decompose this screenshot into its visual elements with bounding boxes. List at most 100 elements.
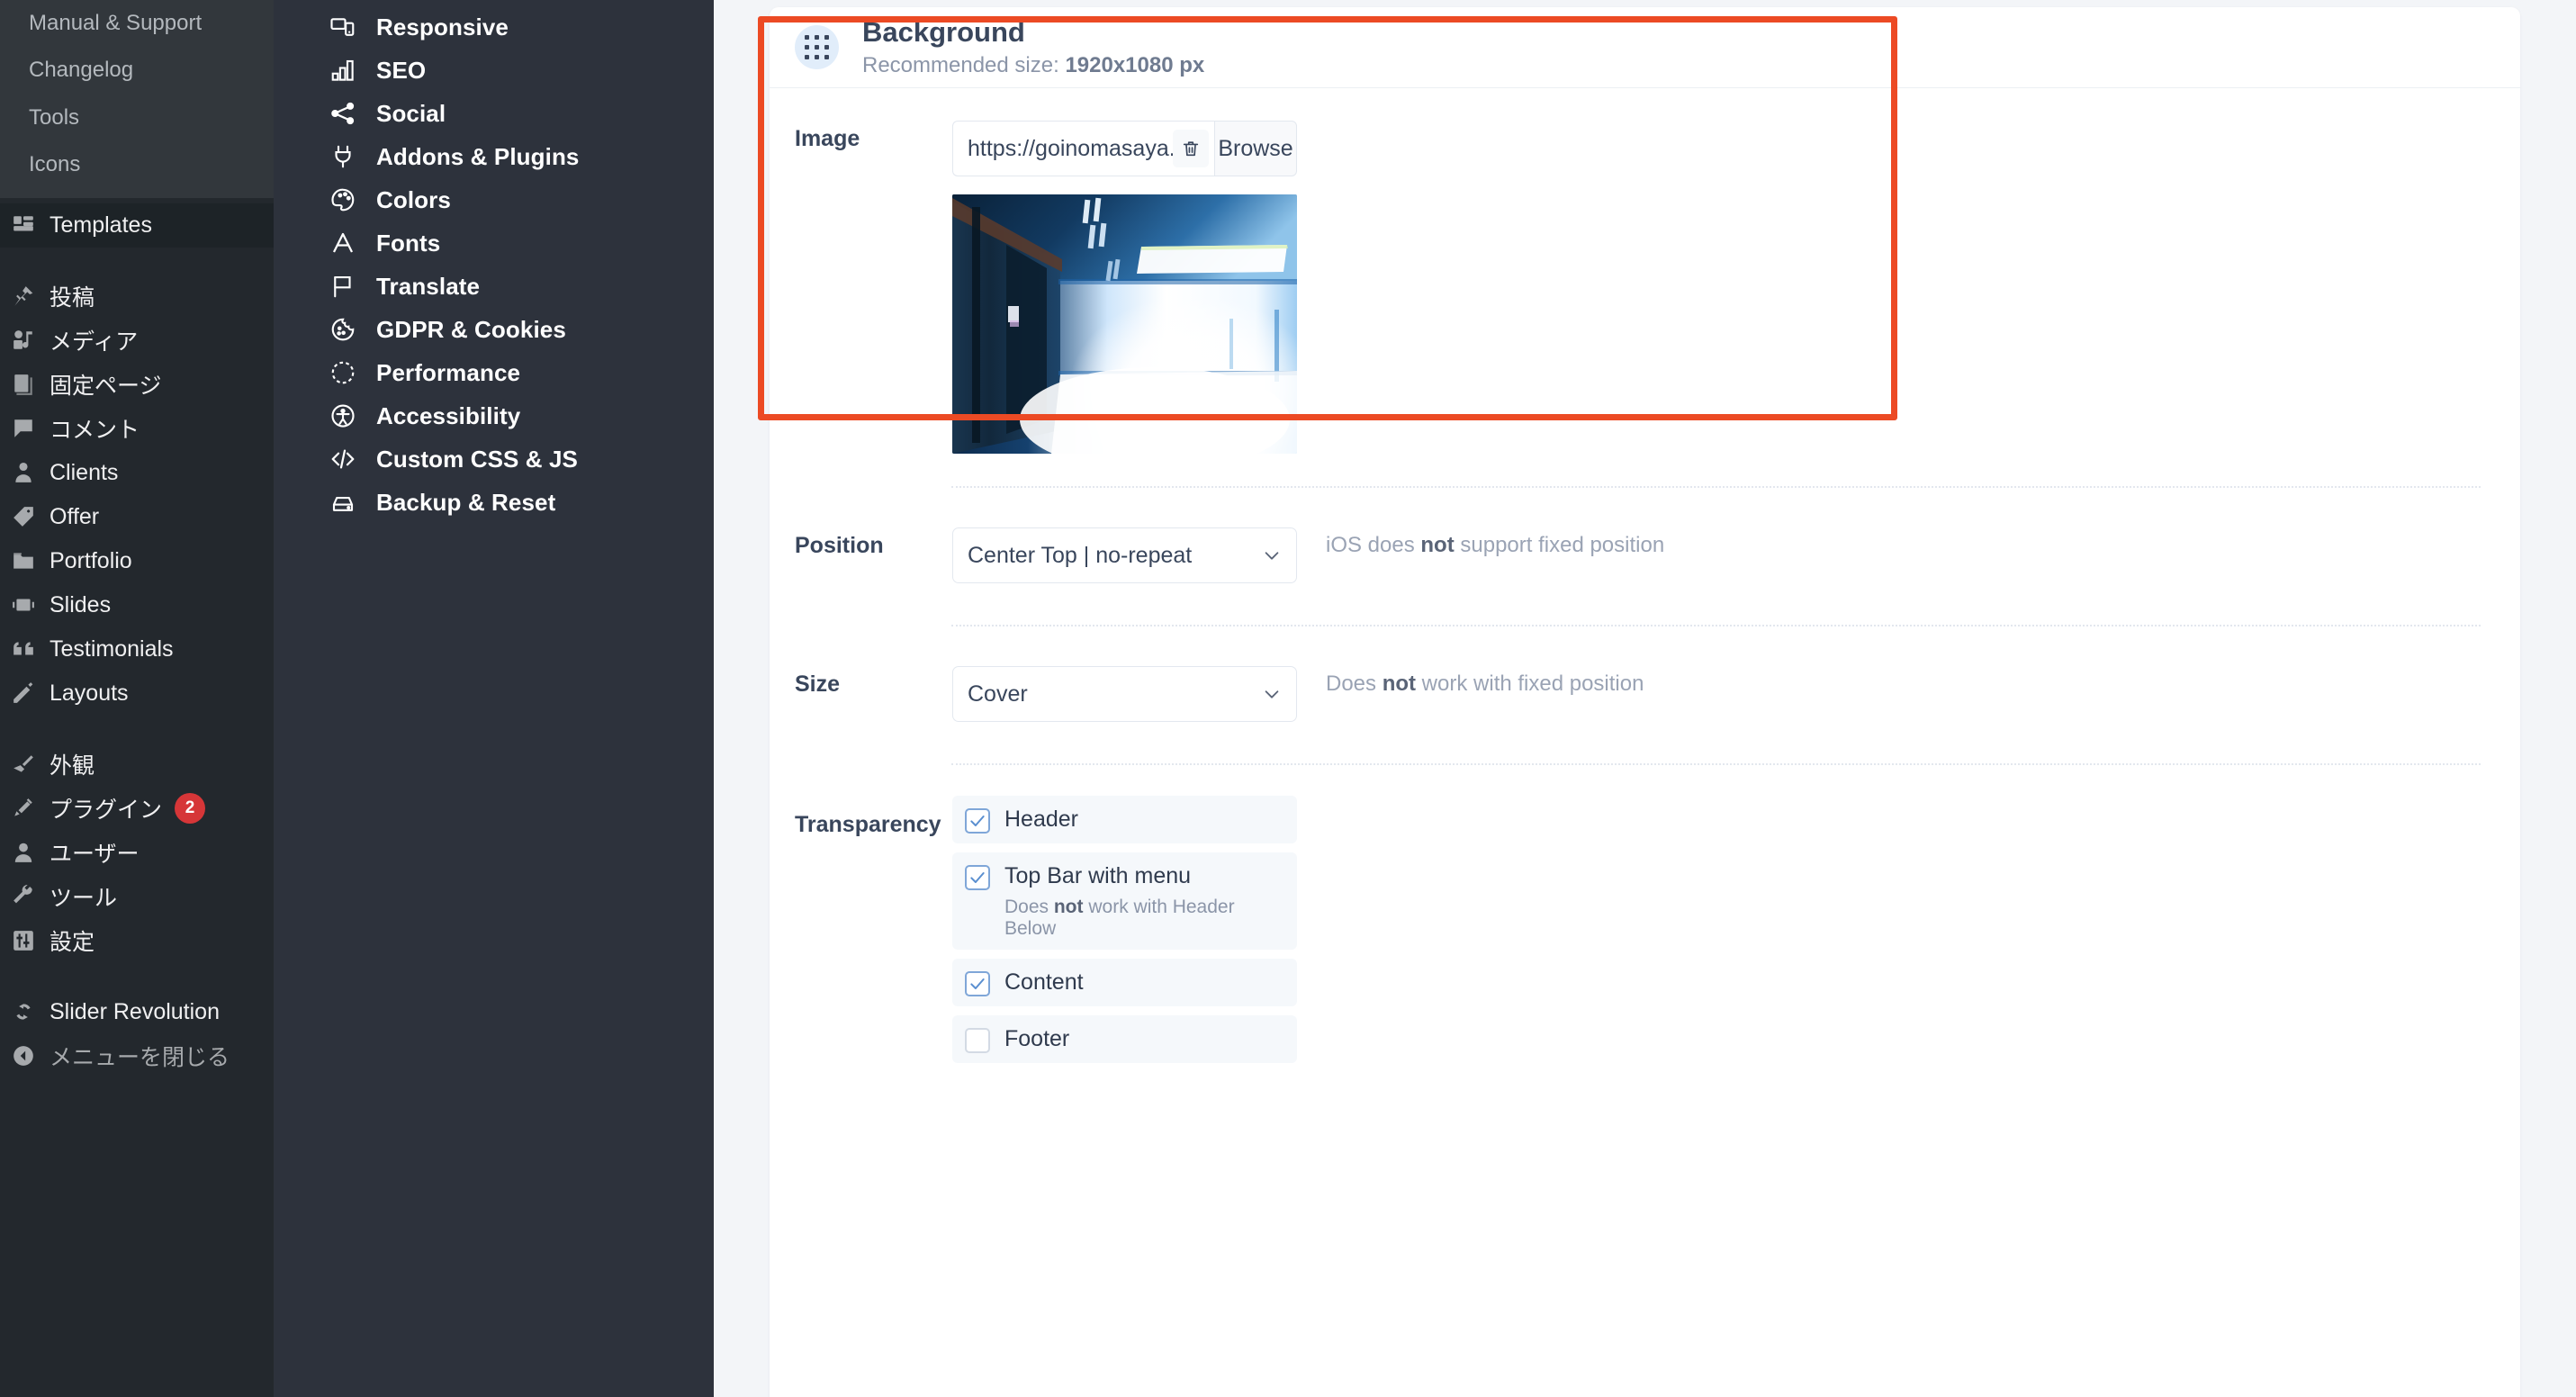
note-bold: not (1382, 671, 1417, 696)
sidebar-item-plugins[interactable]: プラグイン 2 (0, 787, 274, 831)
sidebar-item-collapse-menu[interactable]: メニューを閉じる (0, 1034, 274, 1078)
sidebar-item-users[interactable]: ユーザー (0, 831, 274, 875)
note-pre: Does (1326, 671, 1383, 696)
transparency-option-texts: Header (1004, 806, 1078, 834)
chevron-down-icon (1262, 684, 1282, 704)
media-icon (12, 329, 50, 352)
checkbox-checked-icon[interactable] (965, 808, 990, 834)
thumbnail-graphic (952, 194, 1297, 454)
transparency-option-label: Header (1004, 807, 1078, 832)
sidebar-item-label: Portfolio (50, 547, 132, 573)
checkbox-checked-icon[interactable] (965, 865, 990, 891)
sidebar-subitem-manual-support[interactable]: Manual & Support (0, 0, 274, 47)
recommended-size-text: Recommended size: 1920x1080 px (862, 51, 1204, 79)
browse-button[interactable]: Browse (1214, 121, 1297, 176)
checkbox-unchecked-icon[interactable] (965, 1027, 990, 1053)
sidebar-item-testimonials[interactable]: Testimonials (0, 627, 274, 671)
collapse-icon (12, 1044, 50, 1068)
panel-item-responsive[interactable]: Responsive (274, 5, 714, 49)
plug-icon (12, 797, 50, 820)
panel-item-fonts[interactable]: Fonts (274, 221, 714, 265)
sidebar-item-label: メニューを閉じる (50, 1045, 230, 1071)
sidebar-item-pages[interactable]: 固定ページ (0, 363, 274, 407)
size-row-label: Size (795, 671, 841, 697)
sidebar-item-label: Slides (50, 591, 112, 617)
page-title: Background (862, 16, 1025, 48)
transparency-option-header[interactable]: Header (952, 796, 1297, 844)
position-row-label: Position (795, 533, 884, 558)
sidebar-subitem-changelog[interactable]: Changelog (0, 47, 274, 94)
font-a-icon (329, 230, 376, 257)
sidebar-item-clients[interactable]: Clients (0, 451, 274, 495)
panel-item-backup-reset[interactable]: Backup & Reset (274, 481, 714, 524)
sidebar-item-media[interactable]: メディア (0, 319, 274, 363)
panel-item-label: Translate (376, 272, 481, 300)
sidebar-item-layouts[interactable]: Layouts (0, 671, 274, 716)
background-settings-card: Background Recommended size: 1920x1080 p… (770, 7, 2520, 1397)
trash-icon[interactable] (1173, 130, 1209, 167)
sidebar-item-slider-revolution[interactable]: Slider Revolution (0, 990, 274, 1034)
sidebar-item-appearance[interactable]: 外観 (0, 743, 274, 787)
panel-item-performance[interactable]: Performance (274, 351, 714, 394)
plugins-update-badge: 2 (175, 793, 206, 825)
card-header-texts: Background Recommended size: 1920x1080 p… (862, 15, 1204, 79)
note-pre: iOS does (1326, 533, 1421, 557)
panel-item-addons-plugins[interactable]: Addons & Plugins (274, 135, 714, 178)
sidebar-subitem-icons[interactable]: Icons (0, 141, 274, 188)
size-select[interactable]: Cover (952, 666, 1297, 722)
transparency-option-content[interactable]: Content (952, 958, 1297, 1006)
sliders-icon (12, 929, 50, 952)
image-url-input[interactable]: https://goinomasaya.com/wp (952, 121, 1214, 176)
sidebar-item-slides[interactable]: Slides (0, 583, 274, 627)
position-select[interactable]: Center Top | no-repeat (952, 527, 1297, 583)
sidebar-item-label: メディア (50, 329, 139, 356)
sidebar-item-portfolio[interactable]: Portfolio (0, 539, 274, 583)
panel-item-social[interactable]: Social (274, 92, 714, 135)
position-row-note: iOS does not support fixed position (1297, 527, 1664, 558)
wordpress-admin-sidebar: Manual & Support Changelog Tools Icons T… (0, 0, 274, 1397)
sidebar-item-offer[interactable]: Offer (0, 495, 274, 539)
main-content-area: Background Recommended size: 1920x1080 p… (714, 0, 2576, 1397)
panel-item-seo[interactable]: SEO (274, 49, 714, 92)
image-row-label: Image (795, 126, 860, 151)
sidebar-item-label: ユーザー (50, 842, 140, 868)
sidebar-item-label: 外観 (50, 753, 95, 780)
sidebar-item-label: ツール (50, 886, 118, 912)
panel-item-translate[interactable]: Translate (274, 265, 714, 308)
transparency-option-footer[interactable]: Footer (952, 1014, 1297, 1063)
speedometer-icon (329, 359, 376, 386)
note-post: work with fixed position (1416, 671, 1644, 696)
sidebar-item-settings[interactable]: 設定 (0, 919, 274, 963)
sidebar-divider-2 (0, 716, 274, 743)
position-row: Position Center Top | no-repeat iOS does… (770, 488, 2520, 583)
client-icon (12, 461, 50, 484)
drag-dots-icon[interactable] (795, 25, 839, 69)
sidebar-item-label: Clients (50, 459, 119, 485)
checkbox-checked-icon[interactable] (965, 970, 990, 996)
size-select-value: Cover (968, 680, 1028, 707)
panel-item-custom-css-js[interactable]: Custom CSS & JS (274, 437, 714, 481)
size-row-control: Cover (952, 666, 1297, 722)
image-url-value: https://goinomasaya.com/wp (968, 135, 1173, 161)
panel-item-label: Fonts (376, 229, 441, 257)
sidebar-subitem-tools[interactable]: Tools (0, 95, 274, 141)
page-icon (12, 373, 50, 396)
sidebar-item-tools[interactable]: ツール (0, 875, 274, 919)
transparency-row: Transparency Header Top Bar with menu Do… (770, 765, 2520, 1072)
sidebar-item-posts[interactable]: 投稿 (0, 275, 274, 319)
background-image-thumbnail[interactable] (952, 194, 1297, 454)
transparency-option-top-bar[interactable]: Top Bar with menu Does not work with Hea… (952, 852, 1297, 950)
panel-item-label: Colors (376, 185, 451, 213)
panel-item-colors[interactable]: Colors (274, 178, 714, 221)
panel-item-accessibility[interactable]: Accessibility (274, 394, 714, 437)
cookie-icon (329, 316, 376, 343)
drive-icon (329, 489, 376, 516)
sidebar-item-templates[interactable]: Templates (0, 203, 274, 248)
note-bold: not (1420, 533, 1455, 557)
panel-item-label: Addons & Plugins (376, 142, 580, 170)
panel-item-gdpr-cookies[interactable]: GDPR & Cookies (274, 308, 714, 351)
slider-revolution-submenu: Manual & Support Changelog Tools Icons (0, 0, 274, 198)
plug-outline-icon (329, 143, 376, 170)
sidebar-group-content: Templates 投稿 メディア 固定ページ コメント Clients Off… (0, 198, 274, 1078)
sidebar-item-comments[interactable]: コメント (0, 407, 274, 451)
